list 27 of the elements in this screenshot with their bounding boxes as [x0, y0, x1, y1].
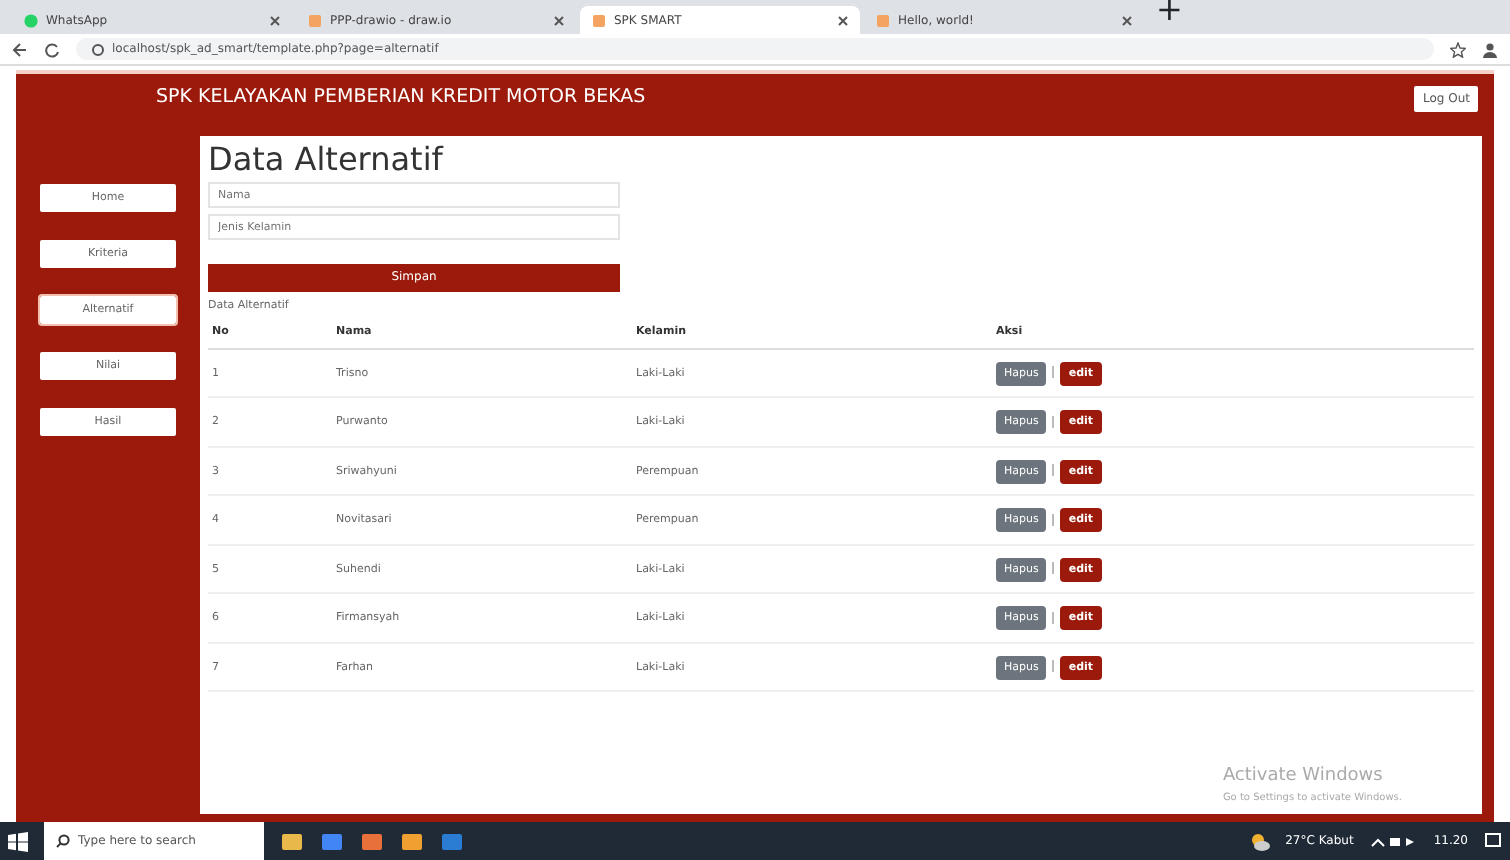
close-icon[interactable] [838, 15, 848, 25]
app-icon[interactable] [400, 829, 424, 853]
close-icon[interactable] [270, 15, 280, 25]
page-title: Data Alternatif [208, 140, 446, 179]
search-icon [56, 834, 70, 848]
star-icon[interactable] [1450, 41, 1466, 57]
weather-icon [1249, 831, 1270, 851]
profile-icon[interactable] [1482, 41, 1498, 57]
app-icon[interactable] [360, 829, 384, 853]
info-icon [92, 43, 104, 55]
chat-icon [24, 13, 38, 27]
tray-icon[interactable] [1369, 833, 1418, 849]
close-icon[interactable] [554, 15, 564, 25]
windows-icon[interactable] [8, 831, 28, 851]
activation-title: Activate Windows [1222, 764, 1385, 790]
app-icon[interactable] [440, 829, 464, 853]
app-title: SPK KELAYAKAN PEMBERIAN KREDIT MOTOR BEKAS [156, 84, 646, 113]
close-icon[interactable] [1122, 15, 1132, 25]
page-icon [308, 13, 322, 27]
notification-icon[interactable] [1484, 832, 1502, 850]
new-tab-button[interactable]: + [1156, 0, 1183, 34]
page-icon [592, 13, 606, 27]
app-icon[interactable] [320, 829, 344, 853]
back-icon[interactable] [12, 41, 28, 57]
page-icon [876, 13, 890, 27]
folder-icon[interactable] [280, 829, 304, 853]
reload-icon[interactable] [44, 41, 60, 57]
